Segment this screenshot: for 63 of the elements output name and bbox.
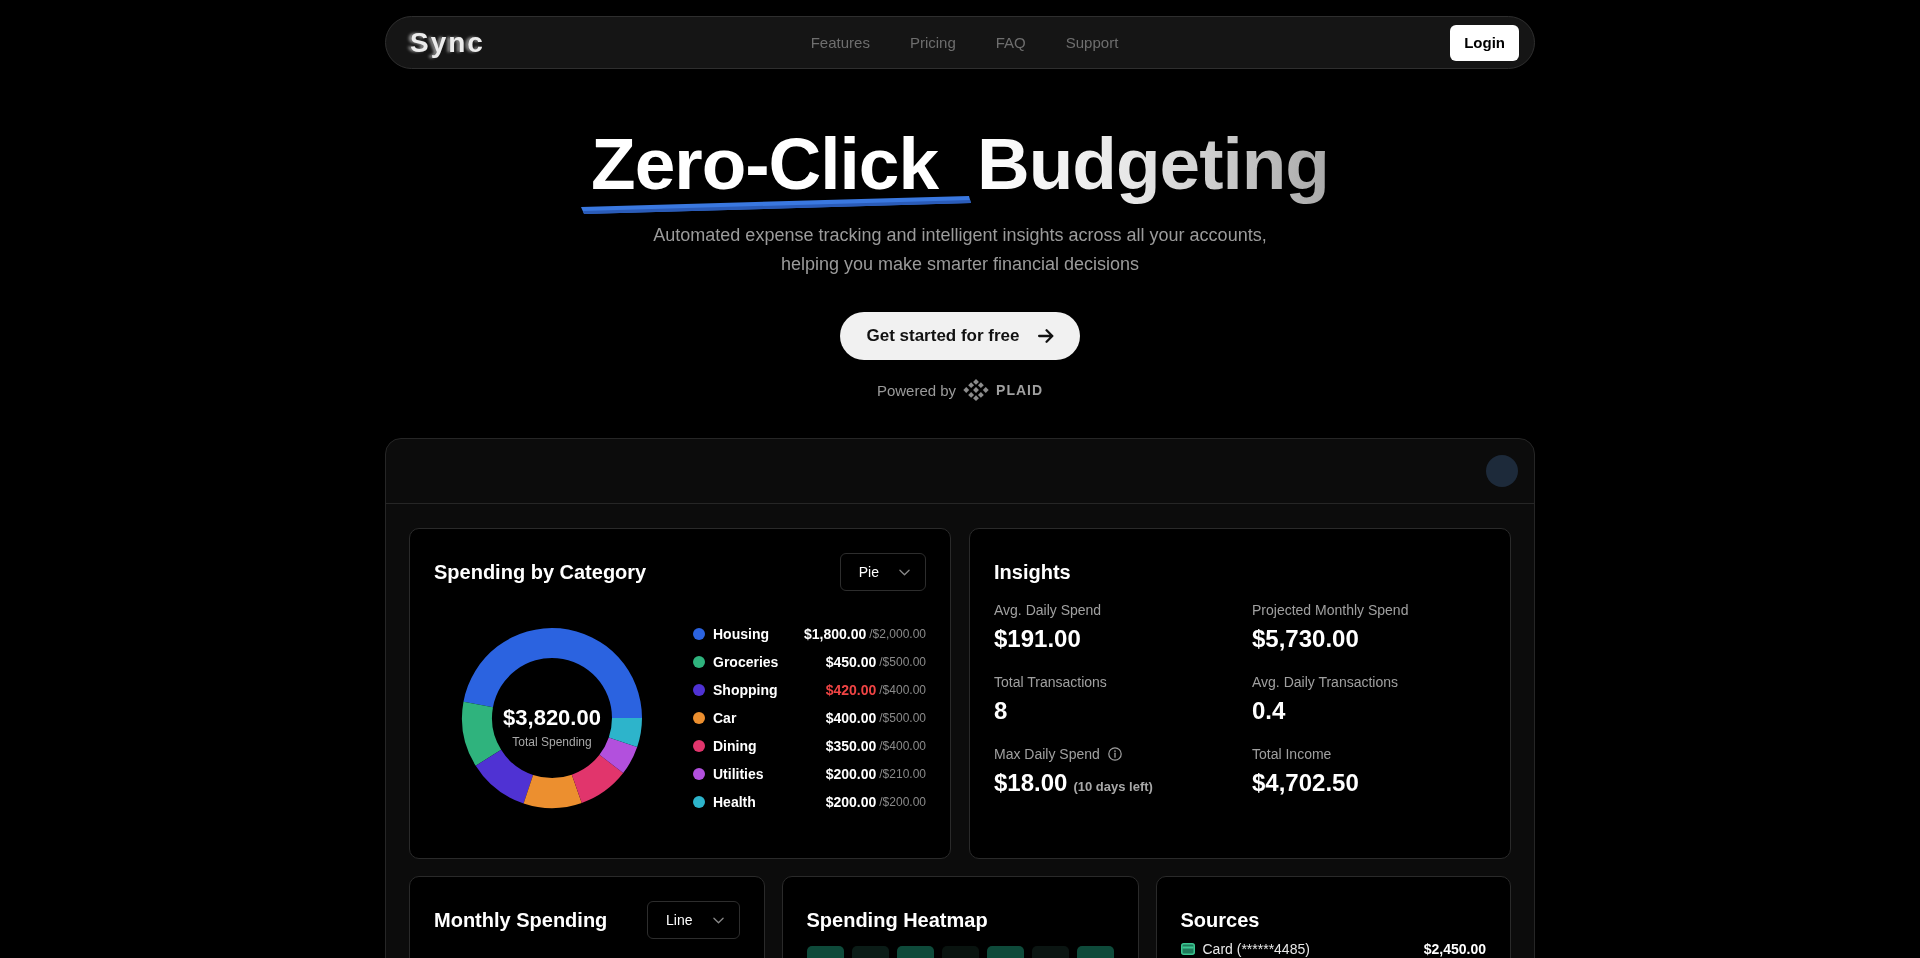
stat-label: Avg. Daily Transactions xyxy=(1252,674,1399,690)
headline-text: Zero-Click xyxy=(591,132,940,196)
source-amount: $2,450.00 xyxy=(1423,941,1486,957)
logo-wordmark[interactable]: Sync xyxy=(410,25,485,60)
card-title: Spending Heatmap xyxy=(806,908,988,933)
nav-link[interactable]: Pricing xyxy=(909,32,956,53)
card-title: Insights xyxy=(994,560,1071,585)
stat-label: Max Daily Spend xyxy=(994,746,1100,762)
stat-value: $4,702.50 xyxy=(1252,768,1359,798)
stat-label: Projected Monthly Spend xyxy=(1252,602,1409,618)
stat-note: (10 days left) xyxy=(1073,779,1153,794)
category-name: Housing xyxy=(713,626,770,642)
credit-card-icon xyxy=(1180,943,1195,955)
stat-value: $5,730.00 xyxy=(1252,624,1359,654)
total-label: Total Spending xyxy=(512,735,592,749)
spent-amount: $350.00 xyxy=(825,738,877,754)
chart-type-dropdown[interactable]: Pie xyxy=(839,553,926,591)
partner-name: PLAID xyxy=(996,382,1044,398)
chart-type-dropdown[interactable]: Line xyxy=(647,901,740,939)
stat-value: $191.00 xyxy=(994,624,1081,654)
get-started-button[interactable]: Get started for free xyxy=(840,312,1080,360)
spent-amount: $420.00 xyxy=(825,682,877,698)
source-name: Card (******4485) xyxy=(1202,941,1310,957)
budget-amount: /$400.00 xyxy=(879,739,926,753)
nav-link[interactable]: Support xyxy=(1065,32,1119,53)
budget-amount: /$500.00 xyxy=(879,655,926,669)
category-name: Car xyxy=(713,710,738,726)
arrow-right-icon xyxy=(1037,329,1054,343)
stat-value: $18.00 xyxy=(994,768,1068,798)
category-name: Utilities xyxy=(713,766,765,782)
chevron-down-icon xyxy=(712,916,724,924)
chevron-down-icon xyxy=(899,568,910,576)
spent-amount: $400.00 xyxy=(825,710,877,726)
category-name: Health xyxy=(713,794,757,810)
stat-value: 0.4 xyxy=(1252,696,1286,726)
lattice-logo-icon xyxy=(963,377,990,403)
spent-amount: $1,800.00 xyxy=(804,626,867,642)
stat-label: Avg. Daily Spend xyxy=(994,602,1102,618)
stat-label: Total Income xyxy=(1252,746,1332,762)
category-name: Dining xyxy=(713,738,758,754)
spent-amount: $200.00 xyxy=(825,794,877,810)
card-title: Sources xyxy=(1180,908,1260,933)
donut-slice xyxy=(599,737,638,774)
spent-amount: $450.00 xyxy=(825,654,877,670)
budget-amount: /$210.00 xyxy=(879,767,926,781)
card-title: Spending by Category xyxy=(434,560,647,585)
login-button[interactable]: Login xyxy=(1450,24,1519,61)
hero-subtitle: Automated expense tracking and intelligent insights across all your accounts, helping you make smarter financial decisions xyxy=(652,224,1268,276)
powered-by-label: Powered by xyxy=(876,381,957,399)
category-name: Shopping xyxy=(713,682,779,698)
stat-label: Total Transactions xyxy=(994,674,1107,690)
info-icon[interactable] xyxy=(1107,747,1122,761)
budget-amount: /$200.00 xyxy=(879,795,926,809)
budget-amount: /$2,000.00 xyxy=(869,627,926,641)
total-amount: $3,820.00 xyxy=(503,705,601,731)
stat-value: 8 xyxy=(994,696,1008,726)
nav-link[interactable]: FAQ xyxy=(995,32,1026,53)
nav-link[interactable]: Features xyxy=(810,32,870,53)
spent-amount: $200.00 xyxy=(825,766,877,782)
category-name: Groceries xyxy=(713,654,780,670)
card-title: Monthly Spending xyxy=(434,908,608,933)
budget-amount: /$400.00 xyxy=(879,683,926,697)
budget-amount: /$500.00 xyxy=(879,711,926,725)
